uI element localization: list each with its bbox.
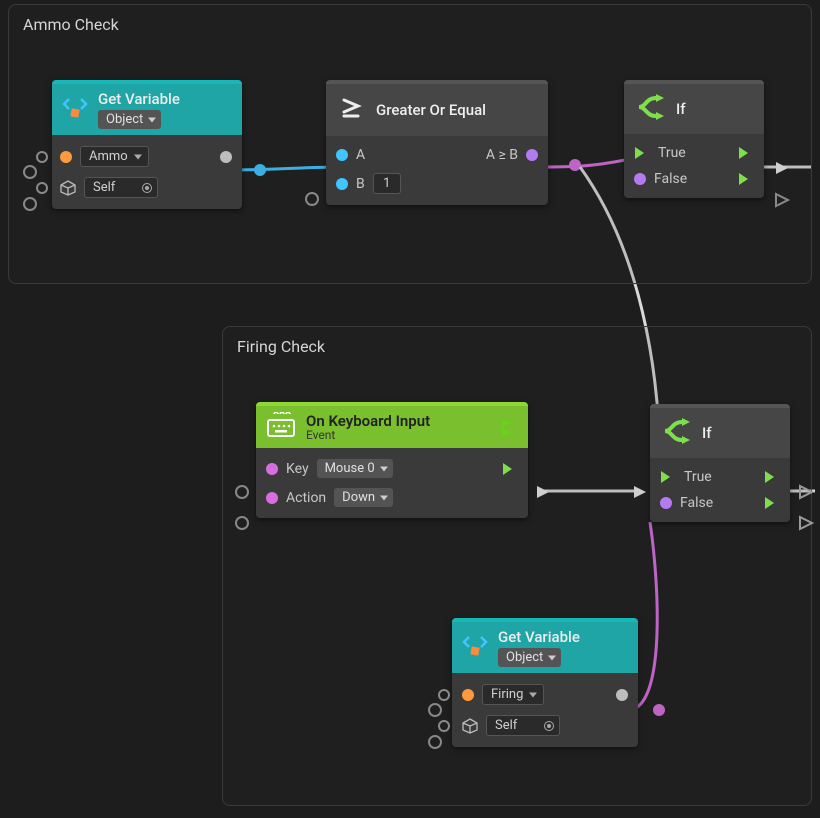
flow-false-out-icon[interactable]: [738, 172, 754, 186]
key-value-field[interactable]: Mouse 0: [317, 459, 393, 478]
event-exec-icon: [500, 417, 518, 437]
external-port[interactable]: [428, 703, 442, 717]
port-a-in[interactable]: [336, 149, 348, 161]
port-result-out[interactable]: [526, 149, 538, 161]
flow-true-out-icon[interactable]: [764, 470, 780, 484]
flow-true-out-icon[interactable]: [738, 146, 754, 160]
node-header: Greater Or Equal: [326, 80, 548, 136]
object-icon: [60, 180, 76, 196]
greater-equal-icon: [338, 94, 366, 126]
node-header: On Keyboard Input Event: [256, 402, 528, 448]
node-header: If: [624, 80, 764, 134]
target-field[interactable]: Self: [486, 715, 560, 736]
get-variable-icon: [62, 95, 88, 125]
external-port[interactable]: [23, 197, 37, 211]
object-icon: [462, 718, 478, 734]
node-header: If: [650, 404, 790, 458]
variable-name-field[interactable]: Firing: [482, 684, 544, 705]
external-port[interactable]: [428, 735, 442, 749]
flow-out-triangle[interactable]: [774, 160, 790, 176]
group-title: Ammo Check: [9, 5, 811, 40]
external-port[interactable]: [23, 165, 37, 179]
node-if-firing[interactable]: If True False: [650, 404, 790, 522]
port-action[interactable]: [266, 492, 278, 504]
port-ring: [438, 689, 450, 701]
object-scope-selector[interactable]: Object: [498, 648, 561, 667]
node-get-variable-firing[interactable]: Get Variable Object Firing Self: [452, 618, 638, 747]
flow-false-out-icon[interactable]: [764, 496, 780, 510]
action-value-field[interactable]: Down: [334, 488, 393, 507]
node-header: Get Variable Object: [452, 618, 638, 673]
port-variable[interactable]: [462, 689, 474, 701]
port-b-in[interactable]: [336, 178, 348, 190]
external-port[interactable]: [235, 516, 249, 530]
object-scope-selector[interactable]: Object: [98, 110, 161, 129]
port-variable[interactable]: [60, 151, 72, 163]
port-ring: [36, 182, 48, 194]
flow-out-triangle[interactable]: [798, 515, 814, 531]
port-value-out[interactable]: [220, 151, 232, 163]
target-field[interactable]: Self: [84, 177, 158, 198]
variable-name-field[interactable]: Ammo: [80, 146, 149, 167]
flow-in-icon[interactable]: [660, 470, 676, 484]
external-port[interactable]: [305, 192, 319, 206]
flow-exec-out-icon[interactable]: [502, 462, 518, 476]
external-port[interactable]: [235, 485, 249, 499]
flow-out-triangle[interactable]: [535, 484, 551, 500]
node-header: Get Variable Object: [52, 80, 242, 135]
port-condition-in[interactable]: [660, 497, 672, 509]
flow-out-triangle[interactable]: [798, 484, 814, 500]
flow-in-triangle[interactable]: [632, 484, 648, 500]
port-value-out[interactable]: [616, 689, 628, 701]
group-title: Firing Check: [223, 327, 811, 362]
flow-out-triangle[interactable]: [774, 192, 790, 208]
node-greater-or-equal[interactable]: Greater Or Equal A A ≥ B B 1: [326, 80, 548, 205]
b-value-field[interactable]: 1: [373, 173, 401, 194]
node-if-ammo[interactable]: If True False: [624, 80, 764, 198]
get-variable-icon: [462, 633, 488, 663]
branch-icon: [636, 94, 666, 124]
node-keyboard-input[interactable]: On Keyboard Input Event Key Mouse 0 Acti…: [256, 402, 528, 518]
node-get-variable-ammo[interactable]: Get Variable Object Ammo Self: [52, 80, 242, 209]
port-key[interactable]: [266, 463, 278, 475]
flow-in-icon[interactable]: [634, 146, 650, 160]
port-ring: [438, 720, 450, 732]
keyboard-icon: [266, 412, 296, 442]
port-ring: [36, 151, 48, 163]
branch-icon: [662, 418, 692, 448]
port-condition-in[interactable]: [634, 173, 646, 185]
